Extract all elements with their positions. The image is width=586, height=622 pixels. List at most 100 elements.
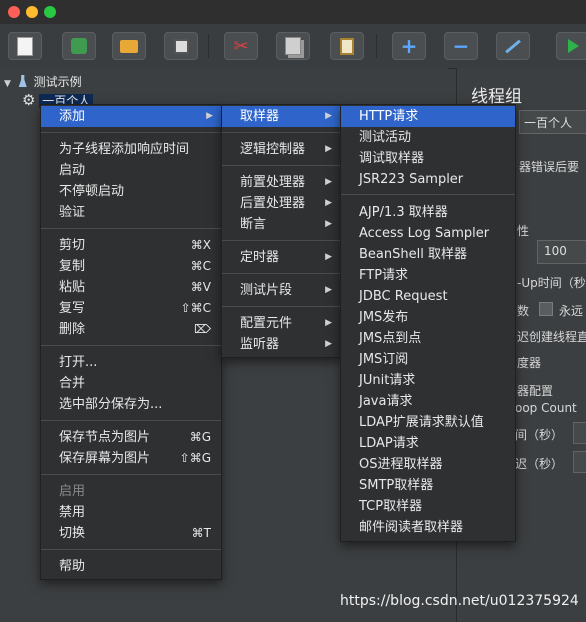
main-menu-item-9[interactable]: 删除 ⌦ — [41, 319, 221, 340]
toggle-button[interactable] — [496, 32, 530, 60]
add-menu-item-0[interactable]: 取样器 ▶ — [222, 106, 340, 127]
forever-checkbox[interactable] — [539, 302, 553, 316]
main-menu-item-13[interactable]: 保存节点为图片 ⌘G — [41, 427, 221, 448]
main-menu-label: 复制 — [59, 259, 86, 274]
maximize-window-button[interactable] — [44, 6, 56, 18]
duration-field[interactable] — [573, 422, 586, 444]
main-menu-item-5[interactable]: 剪切 ⌘X — [41, 235, 221, 256]
open-button[interactable] — [112, 32, 146, 60]
sampler-menu-item-7[interactable]: FTP请求 — [341, 265, 515, 286]
cut-button[interactable]: ✂ — [224, 32, 258, 60]
main-menu-item-18[interactable]: 帮助 — [41, 556, 221, 577]
thread-properties-label: 性 — [517, 224, 530, 238]
main-menu-item-8[interactable]: 复写 ⇧⌘C — [41, 298, 221, 319]
close-window-button[interactable] — [8, 6, 20, 18]
rampup-label: -Up时间（秒 — [517, 276, 586, 290]
add-menu-label: 逻辑控制器 — [240, 142, 306, 157]
sampler-menu-item-18[interactable]: TCP取样器 — [341, 496, 515, 517]
new-file-button[interactable] — [8, 32, 42, 60]
menu-separator — [222, 240, 340, 241]
add-menu-item-1[interactable]: 逻辑控制器 ▶ — [222, 139, 340, 160]
tree-root-row[interactable]: ▼ 测试示例 — [4, 72, 82, 92]
main-menu-label: 启用 — [59, 484, 86, 499]
sampler-menu-label: JSR223 Sampler — [359, 172, 464, 187]
sampler-menu-item-11[interactable]: JMS订阅 — [341, 349, 515, 370]
add-menu-label: 后置处理器 — [240, 196, 306, 211]
add-menu-item-2[interactable]: 前置处理器 ▶ — [222, 172, 340, 193]
sampler-menu-item-12[interactable]: JUnit请求 — [341, 370, 515, 391]
sampler-menu-label: JUnit请求 — [359, 373, 416, 388]
menu-separator — [41, 420, 221, 421]
sampler-menu-item-10[interactable]: JMS点到点 — [341, 328, 515, 349]
scheduler-config-label: 器配置 — [517, 384, 554, 398]
main-menu-item-7[interactable]: 粘贴 ⌘V — [41, 277, 221, 298]
sampler-menu-item-16[interactable]: OS进程取样器 — [341, 454, 515, 475]
expand-triangle-icon[interactable]: ▼ — [4, 79, 11, 89]
sampler-menu-item-14[interactable]: LDAP扩展请求默认值 — [341, 412, 515, 433]
startup-delay-label: 迟（秒） — [515, 457, 564, 471]
start-button[interactable] — [556, 32, 586, 60]
collapse-button[interactable]: − — [444, 32, 478, 60]
main-menu-item-1[interactable]: 为子线程添加响应时间 — [41, 139, 221, 160]
main-menu-item-17[interactable]: 切换 ⌘T — [41, 523, 221, 544]
forever-label: 永远 — [559, 304, 584, 318]
add-menu-item-4[interactable]: 断言 ▶ — [222, 214, 340, 235]
main-menu-item-2[interactable]: 启动 — [41, 160, 221, 181]
minus-icon: − — [452, 34, 470, 58]
copy-button[interactable] — [276, 32, 310, 60]
sampler-menu-item-19[interactable]: 邮件阅读者取样器 — [341, 517, 515, 538]
main-menu-item-4[interactable]: 验证 — [41, 202, 221, 223]
flask-icon — [18, 75, 27, 87]
main-menu-item-15[interactable]: 启用 — [41, 481, 221, 502]
main-menu-label: 剪切 — [59, 238, 86, 253]
sampler-menu-item-17[interactable]: SMTP取样器 — [341, 475, 515, 496]
sampler-menu-item-5[interactable]: Access Log Sampler — [341, 223, 515, 244]
name-field[interactable]: 一百个人 — [519, 110, 586, 134]
sampler-menu-label: Java请求 — [359, 394, 413, 409]
save-button[interactable] — [164, 32, 198, 60]
templates-button[interactable] — [62, 32, 96, 60]
submenu-arrow-icon: ▶ — [325, 198, 332, 208]
main-menu-item-6[interactable]: 复制 ⌘C — [41, 256, 221, 277]
paste-button[interactable] — [330, 32, 364, 60]
sampler-menu-item-8[interactable]: JDBC Request — [341, 286, 515, 307]
expand-button[interactable]: + — [392, 32, 426, 60]
add-menu-item-5[interactable]: 定时器 ▶ — [222, 247, 340, 268]
sampler-menu-item-13[interactable]: Java请求 — [341, 391, 515, 412]
main-menu-label: 验证 — [59, 205, 86, 220]
main-menu-label: 选中部分保存为... — [59, 397, 163, 412]
add-menu-item-8[interactable]: 监听器 ▶ — [222, 334, 340, 355]
sampler-menu-label: LDAP请求 — [359, 436, 419, 451]
add-menu-item-6[interactable]: 测试片段 ▶ — [222, 280, 340, 301]
main-menu-label: 合并 — [59, 376, 86, 391]
sampler-menu-item-0[interactable]: HTTP请求 — [341, 106, 515, 127]
add-menu-item-7[interactable]: 配置元件 ▶ — [222, 313, 340, 334]
sampler-menu-item-6[interactable]: BeanShell 取样器 — [341, 244, 515, 265]
sampler-menu-item-15[interactable]: LDAP请求 — [341, 433, 515, 454]
startup-delay-field[interactable] — [573, 451, 586, 473]
main-menu-item-14[interactable]: 保存屏幕为图片 ⇧⌘G — [41, 448, 221, 469]
sampler-menu-item-2[interactable]: 调试取样器 — [341, 148, 515, 169]
sampler-menu-item-3[interactable]: JSR223 Sampler — [341, 169, 515, 190]
sampler-menu-item-9[interactable]: JMS发布 — [341, 307, 515, 328]
window-titlebar — [0, 0, 586, 24]
main-menu-item-11[interactable]: 合并 — [41, 373, 221, 394]
sampler-menu-label: TCP取样器 — [359, 499, 423, 514]
menu-separator — [222, 132, 340, 133]
main-menu-item-12[interactable]: 选中部分保存为... — [41, 394, 221, 415]
sampler-menu-item-1[interactable]: 测试活动 — [341, 127, 515, 148]
sampler-menu-label: OS进程取样器 — [359, 457, 443, 472]
submenu-arrow-icon: ▶ — [325, 177, 332, 187]
sampler-menu-item-4[interactable]: AJP/1.3 取样器 — [341, 202, 515, 223]
main-menu-item-0[interactable]: 添加 ▶ — [41, 106, 221, 127]
add-menu-item-3[interactable]: 后置处理器 ▶ — [222, 193, 340, 214]
main-menu-item-16[interactable]: 禁用 — [41, 502, 221, 523]
minimize-window-button[interactable] — [26, 6, 38, 18]
threads-field[interactable]: 100 — [537, 240, 586, 264]
sampler-menu-label: LDAP扩展请求默认值 — [359, 415, 484, 430]
main-menu-item-10[interactable]: 打开... — [41, 352, 221, 373]
add-menu-label: 取样器 — [240, 109, 280, 124]
new-file-icon — [17, 36, 33, 56]
main-menu-item-3[interactable]: 不停顿启动 — [41, 181, 221, 202]
shortcut-label: ⇧⌘C — [180, 301, 211, 315]
